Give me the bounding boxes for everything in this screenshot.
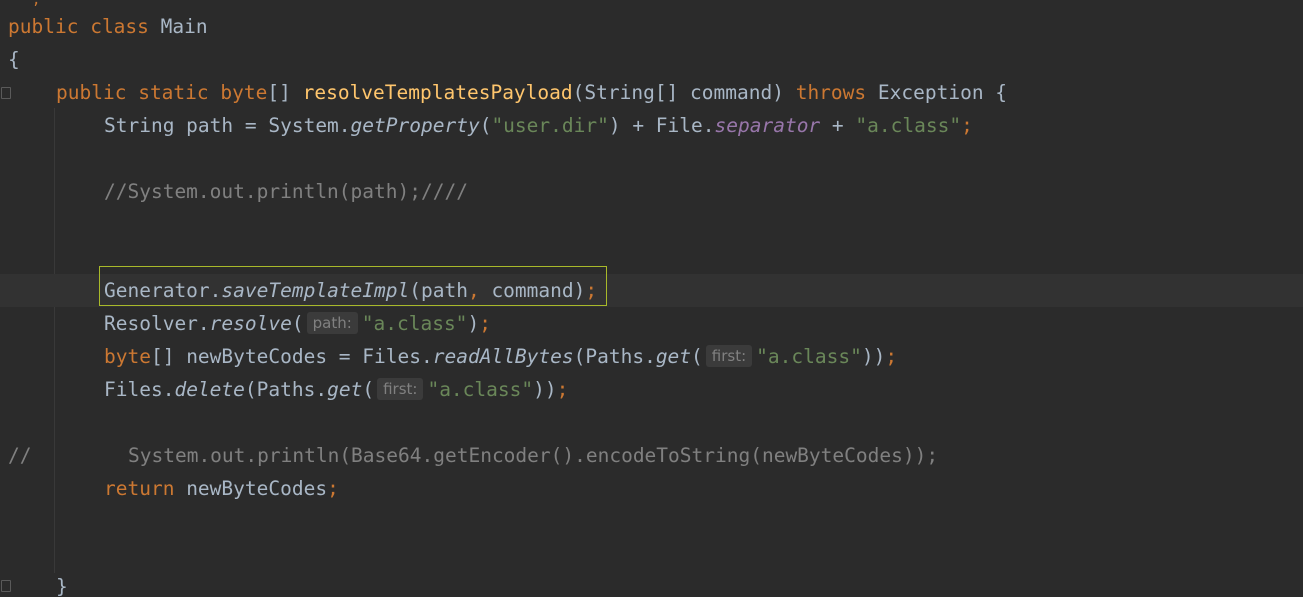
method-get: get xyxy=(655,345,692,368)
keyword-return: return xyxy=(104,477,175,500)
code-text: Resolver. xyxy=(104,312,210,335)
code-line-resolver[interactable]: Resolver.resolve(path: "a.class"); xyxy=(0,307,1303,340)
parameter-hint: path: xyxy=(306,312,358,334)
class-name: Main xyxy=(160,15,208,38)
parameter-hint: first: xyxy=(377,378,424,400)
semicolon: ; xyxy=(327,477,339,500)
code-text: ( xyxy=(291,312,304,335)
method-getproperty: getProperty xyxy=(350,114,480,137)
method-params: (String[] command) xyxy=(572,81,796,104)
keyword-public: public xyxy=(56,81,127,104)
code-line-close-brace[interactable]: } xyxy=(0,570,1303,597)
code-line-bytes[interactable]: byte[] newByteCodes = Files.readAllBytes… xyxy=(0,340,1303,373)
keyword-byte: byte xyxy=(104,345,151,368)
string-literal: "a.class" xyxy=(756,345,862,368)
semicolon: ; xyxy=(556,378,569,401)
code-text: ) xyxy=(467,312,480,335)
code-text: + xyxy=(820,114,856,137)
close-brace: } xyxy=(56,575,68,597)
parameter-hint: first: xyxy=(705,345,753,367)
selection-highlight-box xyxy=(99,266,607,306)
commented-code: System.out.println(Base64.getEncoder().e… xyxy=(128,444,939,467)
code-line-return[interactable]: return newByteCodes; xyxy=(0,472,1303,505)
keyword-throws: throws xyxy=(795,81,867,104)
keyword-class: class xyxy=(90,15,149,38)
semicolon: ; xyxy=(961,114,973,137)
code-editor[interactable]: ; public class Main { public static byte… xyxy=(0,0,1303,597)
keyword-static: static xyxy=(138,81,209,104)
method-readallbytes: readAllBytes xyxy=(432,345,574,368)
comment-slashes: // xyxy=(8,444,32,467)
code-text: ( xyxy=(362,378,375,401)
open-brace: { xyxy=(8,48,20,71)
line-comment: //System.out.println(path);//// xyxy=(104,180,468,203)
code-line-delete[interactable]: Files.delete(Paths.get(first: "a.class"))… xyxy=(0,373,1303,406)
code-line-open-brace[interactable]: { xyxy=(0,43,1303,76)
code-text: )) xyxy=(533,378,557,401)
string-literal: "a.class" xyxy=(361,312,468,335)
code-text: ( xyxy=(479,114,492,137)
keyword-public: public xyxy=(8,15,79,38)
array-brackets: [] xyxy=(267,81,303,104)
method-resolve: resolve xyxy=(209,312,292,335)
code-text: )) xyxy=(861,345,886,368)
code-line-commented-println[interactable]: // System.out.println(Base64.getEncoder(… xyxy=(0,439,1303,472)
code-line-comment[interactable]: //System.out.println(path);//// xyxy=(0,175,1303,208)
code-line-path[interactable]: String path = System.getProperty("user.d… xyxy=(0,109,1303,142)
string-literal: "a.class" xyxy=(427,378,534,401)
method-name: resolveTemplatesPayload xyxy=(302,81,573,104)
field-separator: separator xyxy=(714,114,821,137)
code-text: ( xyxy=(691,345,703,368)
code-text: (Paths. xyxy=(244,378,328,401)
exception-type: Exception { xyxy=(866,81,1008,104)
code-text: Files. xyxy=(104,378,175,401)
method-delete: delete xyxy=(174,378,245,401)
code-text: ) + File. xyxy=(608,114,715,137)
keyword-byte: byte xyxy=(220,81,268,104)
code-line-class-decl[interactable]: public class Main xyxy=(0,10,1303,43)
semicolon: ; xyxy=(885,345,898,368)
string-literal: "user.dir" xyxy=(491,114,609,137)
code-text: String path = System. xyxy=(104,114,351,137)
code-text: [] newByteCodes = Files. xyxy=(150,345,433,368)
code-text: (Paths. xyxy=(573,345,656,368)
string-literal: "a.class" xyxy=(855,114,962,137)
method-get: get xyxy=(327,378,363,401)
top-fragment: ; xyxy=(32,0,41,8)
semicolon: ; xyxy=(479,312,491,335)
code-text: newByteCodes xyxy=(174,477,328,500)
code-line-method-decl[interactable]: public static byte[] resolveTemplatesPay… xyxy=(0,76,1303,109)
